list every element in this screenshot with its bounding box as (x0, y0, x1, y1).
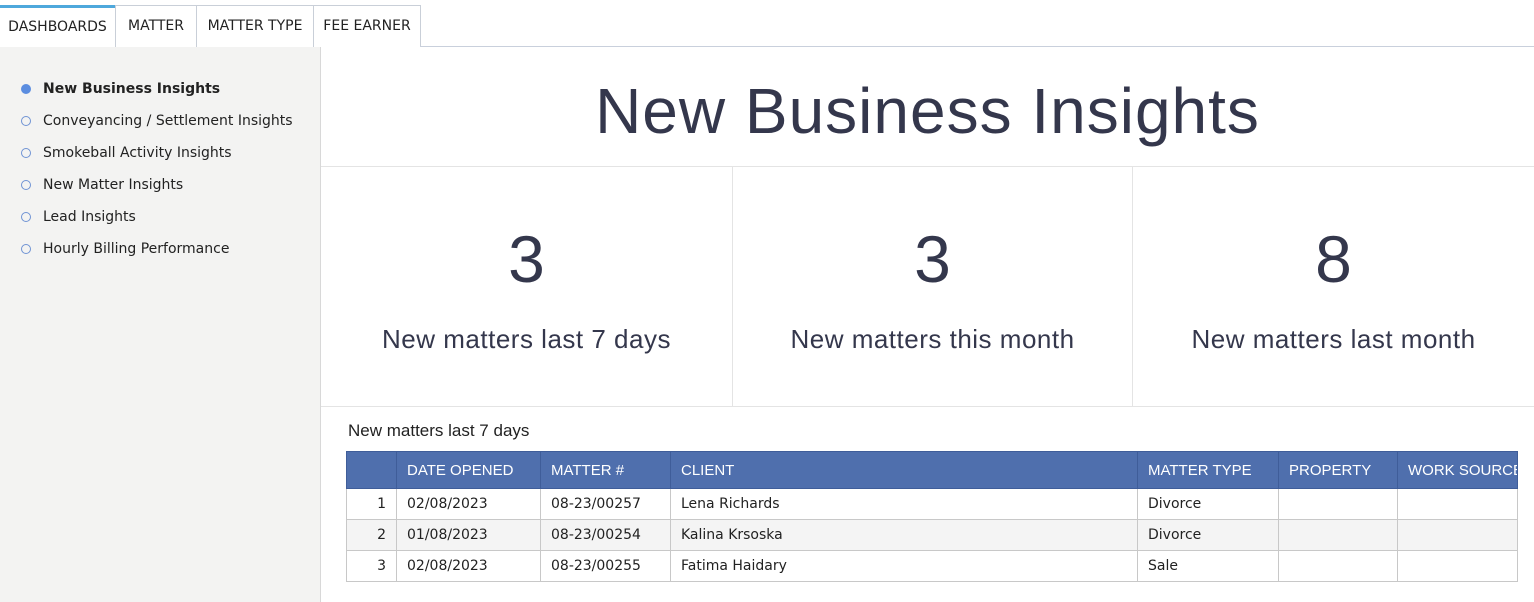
cell-work-source (1397, 488, 1518, 520)
unselected-dot-icon (21, 244, 31, 254)
sidebar-item-conveyancing-settlement-insights[interactable]: Conveyancing / Settlement Insights (0, 107, 320, 135)
row-index: 3 (346, 550, 397, 582)
table-row[interactable]: 1 02/08/2023 08-23/00257 Lena Richards D… (346, 488, 1518, 520)
tab-dashboards[interactable]: DASHBOARDS (0, 5, 116, 47)
cell-client: Fatima Haidary (670, 550, 1138, 582)
kpi-card-this-month: 3 New matters this month (733, 167, 1133, 407)
sidebar-item-label: New Matter Insights (43, 177, 184, 193)
sidebar-item-hourly-billing-performance[interactable]: Hourly Billing Performance (0, 235, 320, 263)
column-header-index[interactable] (346, 451, 397, 489)
kpi-label: New matters last month (1191, 324, 1476, 354)
sidebar-item-lead-insights[interactable]: Lead Insights (0, 203, 320, 231)
sidebar-item-label: Conveyancing / Settlement Insights (43, 113, 293, 129)
cell-date-opened: 02/08/2023 (396, 550, 541, 582)
cell-property (1278, 488, 1398, 520)
cell-work-source (1397, 550, 1518, 582)
sidebar-item-label: New Business Insights (43, 81, 221, 97)
cell-property (1278, 519, 1398, 551)
cell-matter-type: Divorce (1137, 488, 1279, 520)
kpi-card-last-7-days: 3 New matters last 7 days (321, 167, 733, 407)
cell-matter-type: Divorce (1137, 519, 1279, 551)
tab-fee-earner[interactable]: FEE EARNER (313, 5, 421, 47)
row-index: 1 (346, 488, 397, 520)
tab-matter-type[interactable]: MATTER TYPE (196, 5, 314, 47)
unselected-dot-icon (21, 180, 31, 190)
unselected-dot-icon (21, 148, 31, 158)
unselected-dot-icon (21, 116, 31, 126)
kpi-value: 3 (914, 222, 951, 296)
cell-property (1278, 550, 1398, 582)
table-header-row: DATE OPENED MATTER # CLIENT MATTER TYPE … (346, 451, 1518, 489)
sidebar-item-label: Hourly Billing Performance (43, 241, 230, 257)
column-header-property[interactable]: PROPERTY (1278, 451, 1398, 489)
cell-client: Lena Richards (670, 488, 1138, 520)
selected-dot-icon (21, 84, 31, 94)
cell-work-source (1397, 519, 1518, 551)
cell-matter-number: 08-23/00254 (540, 519, 671, 551)
sidebar: New Business Insights Conveyancing / Set… (0, 47, 321, 602)
column-header-work-source[interactable]: WORK SOURCE (1397, 451, 1518, 489)
top-tab-bar: DASHBOARDS MATTER MATTER TYPE FEE EARNER (0, 0, 1534, 47)
cell-matter-type: Sale (1137, 550, 1279, 582)
column-header-matter-number[interactable]: MATTER # (540, 451, 671, 489)
table-row[interactable]: 3 02/08/2023 08-23/00255 Fatima Haidary … (346, 550, 1518, 582)
table-row[interactable]: 2 01/08/2023 08-23/00254 Kalina Krsoska … (346, 519, 1518, 551)
column-header-matter-type[interactable]: MATTER TYPE (1137, 451, 1279, 489)
column-header-date-opened[interactable]: DATE OPENED (396, 451, 541, 489)
column-header-client[interactable]: CLIENT (670, 451, 1138, 489)
sidebar-item-label: Smokeball Activity Insights (43, 145, 232, 161)
kpi-label: New matters last 7 days (382, 324, 671, 354)
tab-matter[interactable]: MATTER (115, 5, 197, 47)
unselected-dot-icon (21, 212, 31, 222)
cell-client: Kalina Krsoska (670, 519, 1138, 551)
sidebar-item-smokeball-activity-insights[interactable]: Smokeball Activity Insights (0, 139, 320, 167)
page-title: New Business Insights (321, 47, 1534, 167)
cell-date-opened: 01/08/2023 (396, 519, 541, 551)
kpi-card-last-month: 8 New matters last month (1133, 167, 1534, 407)
kpi-value: 3 (508, 222, 545, 296)
sidebar-item-new-business-insights[interactable]: New Business Insights (0, 75, 320, 103)
table-title: New matters last 7 days (348, 421, 530, 440)
kpi-value: 8 (1315, 222, 1352, 296)
kpi-label: New matters this month (790, 324, 1075, 354)
row-index: 2 (346, 519, 397, 551)
cell-date-opened: 02/08/2023 (396, 488, 541, 520)
new-matters-table: DATE OPENED MATTER # CLIENT MATTER TYPE … (346, 451, 1518, 582)
sidebar-item-label: Lead Insights (43, 209, 136, 225)
cell-matter-number: 08-23/00255 (540, 550, 671, 582)
sidebar-item-new-matter-insights[interactable]: New Matter Insights (0, 171, 320, 199)
cell-matter-number: 08-23/00257 (540, 488, 671, 520)
